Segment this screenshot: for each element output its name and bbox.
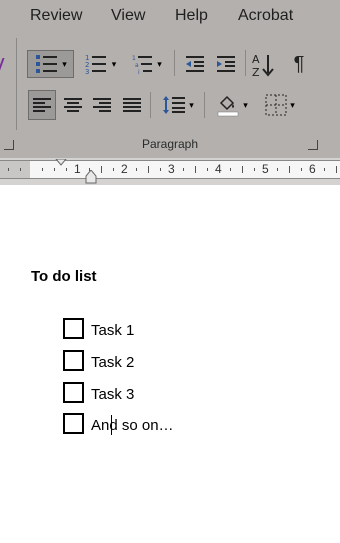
show-formatting-marks-button[interactable]: ¶ [285, 50, 313, 78]
borders-button[interactable]: ▾ [258, 90, 302, 120]
ruler-tick [113, 168, 114, 171]
text-cursor [111, 415, 112, 435]
ruler-number: 6 [309, 162, 316, 176]
ruler-tick [101, 166, 102, 173]
chevron-down-icon: ▾ [189, 99, 194, 110]
ruler-tick [183, 168, 184, 171]
ruler-tick [254, 168, 255, 171]
menu-acrobat[interactable]: Acrobat [238, 7, 293, 25]
align-right-icon [93, 98, 111, 112]
ribbon-separator [174, 50, 175, 76]
ruler-tick [207, 168, 208, 171]
hanging-indent-marker[interactable] [85, 170, 97, 184]
svg-text:i: i [138, 69, 140, 75]
ruler-number: 3 [168, 162, 175, 176]
justify-button[interactable] [118, 90, 146, 120]
ruler-tick [242, 166, 243, 173]
ruler-number: 4 [215, 162, 222, 176]
multilevel-list-button[interactable]: 1 a i ▾ [127, 50, 167, 78]
ruler-tick [148, 166, 149, 173]
ruler-number: 5 [262, 162, 269, 176]
ruler-tick [230, 168, 231, 171]
ruler-number: 2 [121, 162, 128, 176]
ruler-tick [160, 168, 161, 171]
first-line-indent-marker[interactable] [55, 159, 67, 167]
svg-text:Z: Z [252, 66, 260, 78]
chevron-down-icon: ▾ [243, 99, 248, 110]
justify-icon [123, 98, 141, 112]
ruler-tick [20, 168, 21, 171]
ruler-margin [0, 161, 30, 178]
partial-icon [0, 58, 9, 72]
line-spacing-button[interactable]: ▾ [156, 90, 200, 120]
ribbon-separator [150, 92, 151, 118]
menu-bar: Review View Help Acrobat [0, 0, 340, 34]
chevron-down-icon: ▾ [290, 99, 295, 110]
bullets-button[interactable]: ▾ [27, 50, 74, 78]
checkbox-bullet-icon [63, 318, 84, 339]
align-right-button[interactable] [88, 90, 116, 120]
paragraph-dialog-launcher-icon[interactable] [308, 140, 318, 150]
center-button[interactable] [59, 90, 87, 120]
numbering-button[interactable]: 1 2 3 ▾ [78, 50, 122, 78]
ruler-tick [66, 168, 67, 171]
sort-az-icon: A Z [252, 53, 274, 78]
ruler-tick [136, 168, 137, 171]
shading-button[interactable]: ▾ [210, 90, 254, 120]
align-left-icon [33, 98, 51, 112]
borders-icon [265, 94, 287, 116]
ruler-tick [289, 166, 290, 173]
numbered-list-icon: 1 2 3 [85, 54, 106, 75]
svg-text:1: 1 [132, 55, 136, 62]
chevron-down-icon: ▾ [111, 58, 117, 69]
ruler-tick [336, 166, 337, 173]
increase-indent-icon [217, 56, 235, 72]
pilcrow-icon: ¶ [293, 52, 305, 75]
list-item-text: Task 1 [91, 322, 135, 339]
ruler-tick [54, 168, 55, 171]
align-left-button[interactable] [28, 90, 56, 120]
decrease-indent-icon [186, 56, 204, 72]
horizontal-ruler[interactable]: 1 2 3 4 5 6 [0, 159, 340, 184]
ruler-tick [195, 166, 196, 173]
ribbon-separator [204, 92, 205, 118]
decrease-indent-button[interactable] [181, 50, 209, 78]
group-divider [16, 38, 17, 130]
svg-text:a: a [135, 62, 139, 69]
checkbox-bullet-icon [63, 382, 84, 403]
ruler-tick [301, 168, 302, 171]
list-item-text: Task 3 [91, 386, 135, 403]
menu-help[interactable]: Help [175, 7, 208, 25]
document-heading: To do list [31, 268, 97, 285]
multilevel-list-icon: 1 a i [132, 55, 153, 75]
list-item-text: Task 2 [91, 354, 135, 371]
ruler-tick [277, 168, 278, 171]
ruler-number: 1 [74, 162, 81, 176]
svg-text:3: 3 [85, 68, 89, 75]
dialog-launcher-icon[interactable] [4, 140, 14, 150]
increase-indent-button[interactable] [212, 50, 240, 78]
document-page[interactable]: To do list Task 1 Task 2 Task 3 And so o… [0, 185, 340, 543]
ruler-tick [324, 168, 325, 171]
menu-review[interactable]: Review [30, 7, 82, 25]
checkbox-bullet-icon [63, 413, 84, 434]
ruler-tick [42, 168, 43, 171]
chevron-down-icon: ▾ [157, 58, 162, 69]
bulleted-list-icon [36, 55, 58, 73]
ribbon-separator [245, 50, 246, 76]
chevron-down-icon: ▾ [62, 58, 67, 69]
menu-view[interactable]: View [111, 7, 145, 25]
checkbox-bullet-icon [63, 350, 84, 371]
sort-button[interactable]: A Z [249, 50, 277, 80]
list-item-text: And so on… [91, 417, 174, 434]
line-spacing-icon [163, 96, 186, 114]
svg-text:A: A [252, 53, 260, 66]
paint-bucket-icon [217, 95, 239, 117]
group-label-paragraph: Paragraph [141, 137, 199, 151]
ruler-tick [8, 168, 9, 171]
ribbon-paragraph-group: ▾ 1 2 3 ▾ 1 a i ▾ A Z ¶ ▾ ▾ ▾ Paragraph [0, 34, 340, 158]
align-center-icon [64, 98, 82, 112]
